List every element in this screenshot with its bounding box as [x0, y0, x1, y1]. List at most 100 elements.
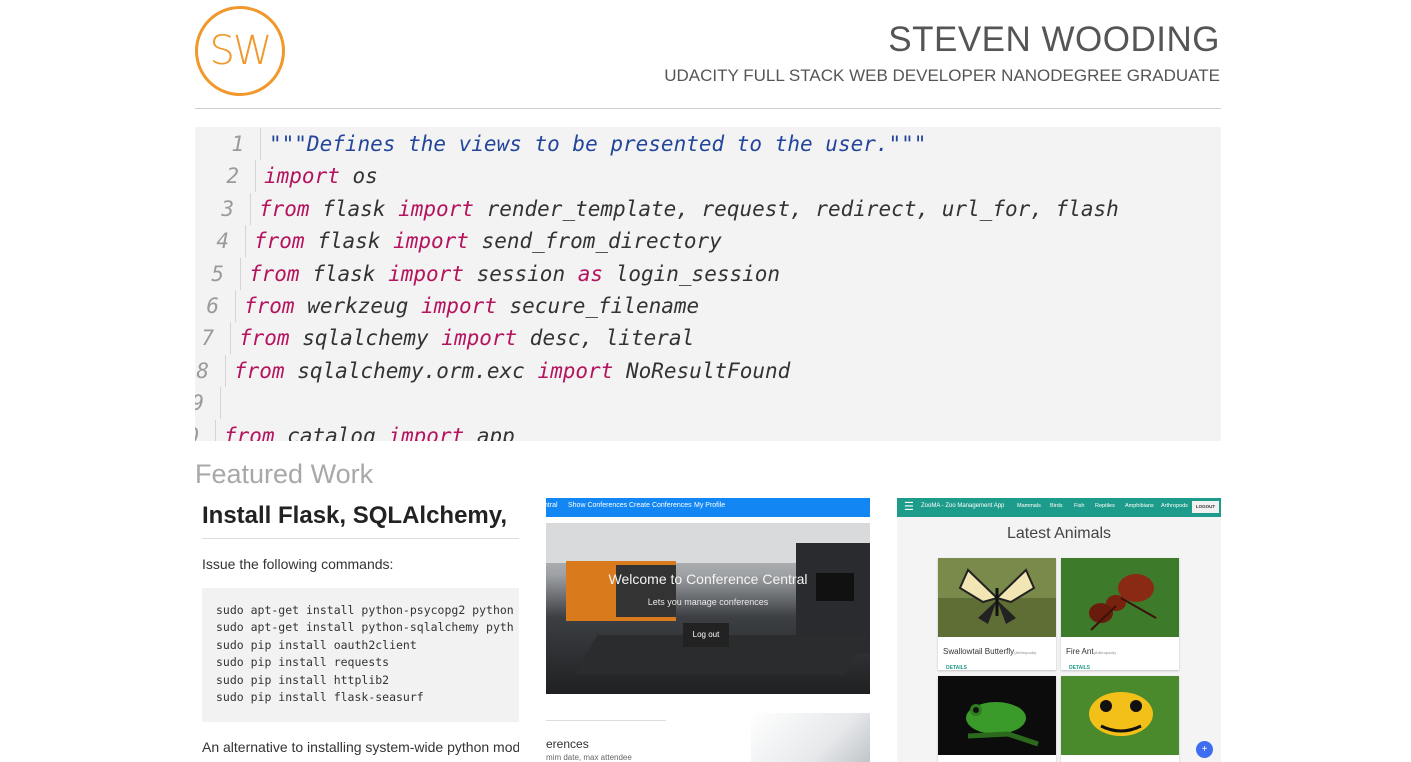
animal-details-link[interactable]: DETAILS [938, 656, 1056, 670]
gutter-divider [260, 128, 261, 160]
code-keyword: import [388, 423, 465, 441]
logo[interactable]: SW [195, 6, 285, 96]
conference-nav-profile[interactable]: My Profile [694, 502, 725, 509]
conference-nav-create[interactable]: Create Conferences [629, 502, 692, 509]
code-keyword: import [421, 294, 497, 318]
featured-card-zooma[interactable]: ☰ ZooMA - Zoo Management App Mammals Bir… [897, 498, 1221, 762]
animal-details-link[interactable]: DETAILS [1061, 656, 1179, 670]
code-text: catalog [274, 423, 389, 441]
zoo-app-title[interactable]: ZooMA - Zoo Management App [921, 503, 1004, 509]
conference-hero-image: Welcome to Conference Central Lets you m… [546, 523, 870, 694]
code-keyword: import [388, 261, 464, 286]
code-text: flask [299, 261, 389, 286]
gutter-divider [255, 160, 256, 193]
gutter-divider [215, 419, 216, 441]
gutter-divider [245, 225, 246, 258]
docs-command: sudo pip install oauth2client [216, 637, 417, 652]
code-text: sqlalchemy.orm.exc [284, 358, 538, 383]
conference-nav-show[interactable]: Show Conferences [568, 502, 627, 509]
animal-card[interactable] [1061, 676, 1179, 762]
line-number: 2 [226, 164, 239, 189]
code-text: secure_filename [496, 294, 700, 318]
line-number: 7 [201, 326, 214, 351]
animal-card[interactable]: Swallowtail Butterfly(Arthropods) DETAIL… [938, 558, 1056, 670]
code-line: 2 import os [195, 160, 378, 193]
code-line: 3 from flask import render_template, requ… [195, 192, 1119, 225]
animal-card[interactable]: Fire Ant(Arthropods) DETAILS [1061, 558, 1179, 670]
conference-welcome-title: Welcome to Conference Central [608, 571, 808, 587]
site-tagline: UDACITY FULL STACK WEB DEVELOPER NANODEG… [664, 66, 1220, 85]
gutter-divider [235, 290, 236, 322]
featured-card-catalog-docs[interactable]: Install Flask, SQLAlchemy, Issue the fol… [195, 498, 519, 762]
conference-logout-button[interactable]: Log out [683, 623, 729, 647]
code-line: 4 from flask import send_from_directory [195, 225, 722, 258]
code-keyword: from [254, 229, 305, 254]
docs-command: sudo pip install httplib2 [216, 672, 390, 687]
poison-dart-frog-photo [1061, 676, 1179, 755]
conference-navbar: ntral Show Conferences Create Conference… [546, 498, 870, 517]
zoo-logout-button[interactable]: LOGOUT [1192, 501, 1219, 513]
code-text: login_session [603, 261, 781, 286]
gutter-divider [230, 322, 231, 355]
code-keyword: import [398, 196, 474, 221]
code-text: desc, literal [517, 326, 695, 351]
code-keyword: from [259, 196, 310, 221]
docs-heading-divider [202, 538, 519, 539]
code-line: 5 from flask import session as login_sess… [195, 257, 781, 290]
animal-name: Swallowtail Butterfly [943, 647, 1015, 656]
code-line: 8 from sqlalchemy.orm.exc import NoResult… [195, 354, 790, 387]
zoo-nav-fish[interactable]: Fish [1074, 503, 1084, 509]
code-keyword: import [441, 326, 518, 351]
add-animal-button[interactable]: + [1196, 741, 1213, 758]
docs-intro: Issue the following commands: [202, 556, 394, 572]
conference-welcome-subtitle: Lets you manage conferences [647, 597, 769, 607]
code-keyword: from [224, 423, 275, 441]
gutter-divider [240, 257, 241, 290]
code-snippet: 1 """Defines the views to be presented to… [195, 127, 1221, 441]
logo-text: SW [209, 28, 273, 74]
docs-command: sudo apt-get install python-psycopg2 pyt… [216, 603, 514, 617]
code-keyword: from [239, 326, 290, 351]
animal-name: Fire Ant [1066, 647, 1094, 656]
line-number: 9 [195, 387, 220, 419]
conference-nav-brand[interactable]: ntral [546, 502, 558, 509]
zoo-nav-mammals[interactable]: Mammals [1017, 503, 1041, 509]
fire-ant-photo [1061, 558, 1179, 637]
code-text: werkzeug [294, 294, 422, 318]
code-text: flask [309, 196, 399, 221]
code-keyword: import [264, 164, 340, 189]
code-text: session [463, 261, 578, 286]
code-line: 0 from catalog import app [195, 419, 515, 441]
docs-heading: Install Flask, SQLAlchemy, [202, 502, 507, 529]
code-text: render_template, request, redirect, url_… [473, 196, 1119, 221]
code-keyword: import [393, 229, 469, 254]
code-line: 1 """Defines the views to be presented to… [195, 128, 926, 160]
docs-command: sudo pip install flask-seasurf [216, 690, 424, 705]
conference-divider [546, 720, 666, 721]
docs-footer-text: An alternative to installing system-wide… [202, 739, 519, 755]
zoo-nav-amphibians[interactable]: Amphibians [1125, 503, 1154, 509]
code-keyword: import [537, 358, 614, 383]
conference-section-desc: mim date, max attendee [546, 753, 632, 762]
site-owner-name: STEVEN WOODING [888, 20, 1220, 59]
code-text: flask [304, 229, 394, 254]
zoo-nav-arthropods[interactable]: Arthropods [1161, 503, 1188, 509]
zoo-nav-reptiles[interactable]: Reptiles [1095, 503, 1115, 509]
code-text: app [464, 423, 515, 441]
code-string: """Defines the views to be presented to … [269, 132, 927, 156]
code-keyword: from [234, 358, 285, 383]
zoo-latest-animals-heading: Latest Animals [1006, 525, 1112, 542]
featured-work-heading: Featured Work [195, 459, 374, 489]
code-keyword: from [249, 261, 300, 286]
swallowtail-butterfly-photo [938, 558, 1056, 637]
featured-card-conference-central[interactable]: ntral Show Conferences Create Conference… [546, 498, 870, 762]
line-number: 5 [211, 261, 224, 286]
gutter-divider [220, 387, 221, 420]
line-number: 4 [216, 229, 229, 254]
menu-icon[interactable]: ☰ [904, 500, 914, 513]
header-divider [195, 108, 1221, 109]
code-line: 7 from sqlalchemy import desc, literal [195, 322, 695, 355]
zoo-nav-birds[interactable]: Birds [1050, 503, 1063, 509]
docs-command-block: sudo apt-get install python-psycopg2 pyt… [202, 588, 519, 722]
animal-card[interactable] [938, 676, 1056, 762]
